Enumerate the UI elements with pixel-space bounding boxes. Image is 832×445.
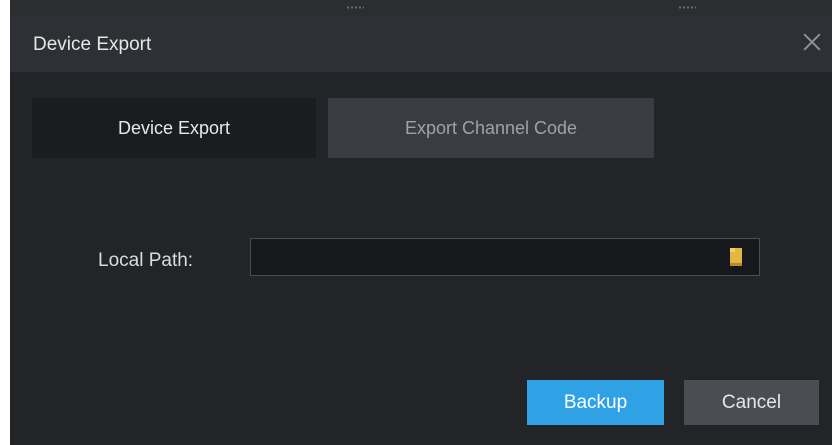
tab-label: Export Channel Code [404,117,578,138]
dialog-title: Device Export [33,34,152,55]
local-path-input[interactable] [250,238,760,276]
dialog-titlebar: Device Export [10,16,832,72]
device-export-dialog: Device Export Device Export Export Chann… [10,0,832,445]
tab-export-channel-code[interactable]: Export Channel Code [328,98,654,158]
drag-handle-icon [678,6,696,9]
folder-icon[interactable] [729,246,743,268]
window-top-strip [10,0,832,16]
tab-device-export[interactable]: Device Export [32,98,316,158]
close-icon[interactable] [800,30,824,54]
backup-button[interactable]: Backup [527,380,664,425]
cancel-button[interactable]: Cancel [684,380,819,425]
tab-label: Device Export [117,117,231,138]
local-path-label: Local Path: [98,250,194,271]
drag-handle-icon [346,6,364,9]
